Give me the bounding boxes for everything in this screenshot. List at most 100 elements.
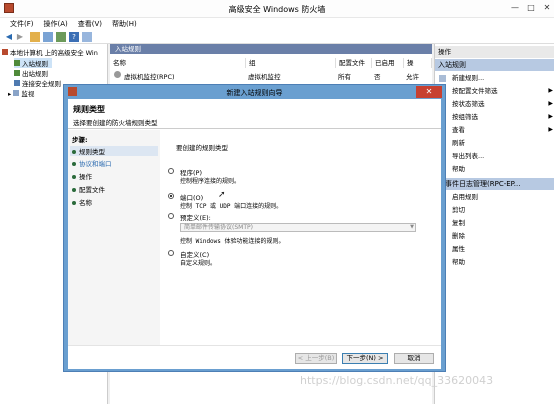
rule-action-item[interactable]: 属性 <box>435 243 554 255</box>
rule-profile: 所有 <box>338 73 351 81</box>
step-name[interactable]: 名称 <box>72 197 92 207</box>
page-title: 规则类型 <box>73 105 105 114</box>
forward-arrow-icon[interactable]: ▶ <box>15 32 25 42</box>
rule-group: 虚拟机监控 <box>248 73 281 81</box>
dialog-body: 规则类型 选择要创建的防火墙规则类型 步骤: 规则类型 协议和端口 操作 配置文… <box>68 99 441 369</box>
rule-action-item[interactable]: 帮助 <box>435 256 554 268</box>
cancel-button[interactable]: 取消 <box>394 353 434 364</box>
column-name[interactable]: 名称 <box>110 58 246 68</box>
tree-item-connection-security[interactable]: 连接安全规则 <box>14 78 61 88</box>
watermark: https://blog.csdn.net/qq_33620043 <box>300 374 494 387</box>
dialog-title: 新建入站规则向导 <box>226 89 283 97</box>
rule-type-question: 要创建的规则类型 <box>176 144 228 152</box>
inbound-rules-icon <box>14 60 20 66</box>
menu-action[interactable]: 操作(A) <box>44 18 68 30</box>
steps-label: 步骤: <box>72 136 88 144</box>
step-dot-icon <box>72 188 76 192</box>
step-protocol-port[interactable]: 协议和端口 <box>72 158 112 168</box>
tree-item-inbound[interactable]: 入站规则 <box>14 58 52 68</box>
dialog-titlebar: 新建入站规则向导 ✕ <box>64 85 445 99</box>
menu-file[interactable]: 文件(F) <box>10 18 34 30</box>
back-button[interactable]: < 上一步(B) <box>295 353 337 364</box>
predefined-select[interactable]: 简单邮件传输协议(SMTP) ▼ <box>180 223 416 232</box>
step-action[interactable]: 操作 <box>72 171 92 181</box>
column-action[interactable]: 操 <box>404 58 432 68</box>
outbound-rules-icon <box>14 70 20 76</box>
properties-icon[interactable] <box>56 32 66 42</box>
radio-predefined[interactable] <box>168 213 174 219</box>
mouse-cursor-icon: ➚ <box>218 190 226 200</box>
help-icon[interactable]: ? <box>69 32 79 42</box>
action-item[interactable]: 按状态筛选 ▶ <box>435 98 554 110</box>
radio-program[interactable] <box>168 168 174 174</box>
step-dot-icon <box>72 150 76 154</box>
submenu-arrow-icon: ▶ <box>548 87 553 94</box>
rule-action-item[interactable]: 启用规则 <box>435 191 554 203</box>
close-button[interactable]: ✕ <box>540 2 554 14</box>
menu-help[interactable]: 帮助(H) <box>112 18 137 30</box>
actions-section-inbound[interactable]: 入站规则 <box>435 59 554 71</box>
radio-port[interactable] <box>168 193 174 199</box>
connection-security-icon <box>14 80 20 86</box>
column-profile[interactable]: 配置文件 <box>336 58 372 68</box>
option-program-desc: 控制程序连接的规则。 <box>180 178 241 185</box>
folder-icon[interactable] <box>30 32 40 42</box>
console-tree-icon[interactable] <box>43 32 53 42</box>
column-group[interactable]: 组 <box>246 58 336 68</box>
action-item[interactable]: 帮助 <box>435 163 554 175</box>
window-titlebar: 高级安全 Windows 防火墙 — □ ✕ <box>0 0 554 18</box>
action-item[interactable]: 按配置文件筛选 ▶ <box>435 85 554 97</box>
dialog-close-button[interactable]: ✕ <box>416 86 442 98</box>
tree-root[interactable]: 本地计算机 上的高级安全 Win <box>2 47 98 57</box>
step-dot-icon <box>72 175 76 179</box>
menu-bar: 文件(F) 操作(A) 查看(V) 帮助(H) <box>0 18 554 30</box>
toolbar: ◀ ▶ ? <box>0 30 554 44</box>
action-item[interactable]: 按组筛选 ▶ <box>435 111 554 123</box>
rule-action-item[interactable]: 删除 <box>435 230 554 242</box>
tree-item-monitor[interactable]: ▸ 监视 <box>8 88 34 98</box>
rule-action-item[interactable]: 复制 <box>435 217 554 229</box>
radio-custom[interactable] <box>168 250 174 256</box>
dialog-button-bar: < 上一步(B) 下一步(N) > 取消 <box>68 345 441 369</box>
option-predefined-desc: 控制 Windows 体验功能连接的规则。 <box>180 238 285 245</box>
desktop: 高级安全 Windows 防火墙 — □ ✕ 文件(F) 操作(A) 查看(V) 帮助… <box>0 0 554 404</box>
next-button[interactable]: 下一步(N) > <box>342 353 388 364</box>
step-profile[interactable]: 配置文件 <box>72 184 105 194</box>
rules-section-header: 入站规则 <box>110 44 432 54</box>
rule-name: 虚拟机监控(RPC) <box>124 73 175 81</box>
submenu-arrow-icon: ▶ <box>548 100 553 107</box>
minimize-button[interactable]: — <box>508 2 522 14</box>
option-port-desc: 控制 TCP 或 UDP 端口连接的规则。 <box>180 203 283 210</box>
actions-header: 操作 <box>435 46 554 58</box>
tree-item-outbound[interactable]: 出站规则 <box>14 68 48 78</box>
step-rule-type[interactable]: 规则类型 <box>70 146 158 156</box>
action-item[interactable]: 查看 ▶ <box>435 124 554 136</box>
option-predefined-label: 预定义(E): <box>180 214 211 222</box>
step-dot-icon <box>72 201 76 205</box>
option-custom-desc: 自定义规则。 <box>180 260 217 267</box>
maximize-button[interactable]: □ <box>524 2 538 14</box>
rule-disabled-icon <box>114 71 121 78</box>
rule-action-item[interactable]: 剪切 <box>435 204 554 216</box>
action-item[interactable]: 导出列表... <box>435 150 554 162</box>
page-subtitle: 选择要创建的防火墙规则类型 <box>73 119 158 127</box>
actions-pane: 操作 入站规则 新建规则... 按配置文件筛选 ▶ 按状态筛选 ▶ 按组筛选 ▶ 查看 ▶ 刷新导… <box>434 44 554 404</box>
dialog-header: 规则类型 选择要创建的防火墙规则类型 <box>68 99 441 129</box>
menu-view[interactable]: 查看(V) <box>78 18 102 30</box>
back-arrow-icon[interactable]: ◀ <box>4 32 14 42</box>
action-item[interactable]: 刷新 <box>435 137 554 149</box>
new-inbound-rule-wizard: 新建入站规则向导 ✕ 规则类型 选择要创建的防火墙规则类型 步骤: 规则类型 协… <box>63 84 446 372</box>
monitor-icon <box>13 90 20 96</box>
rule-action: 允许 <box>406 73 419 81</box>
show-hide-icon[interactable] <box>82 32 92 42</box>
chevron-down-icon: ▼ <box>410 224 414 230</box>
action-item[interactable]: 新建规则... <box>435 72 554 84</box>
table-row[interactable]: 虚拟机监控(RPC) 虚拟机监控 所有 否 允许 <box>110 70 432 81</box>
submenu-arrow-icon: ▶ <box>548 126 553 133</box>
column-enabled[interactable]: 已启用 <box>372 58 404 68</box>
rule-enabled: 否 <box>374 73 381 81</box>
actions-section-rule[interactable]: 程事件日志管理(RPC-EP... <box>435 178 554 190</box>
firewall-node-icon <box>2 49 8 55</box>
window-title: 高级安全 Windows 防火墙 <box>228 5 326 14</box>
expand-arrow-icon: ▸ <box>8 90 12 98</box>
